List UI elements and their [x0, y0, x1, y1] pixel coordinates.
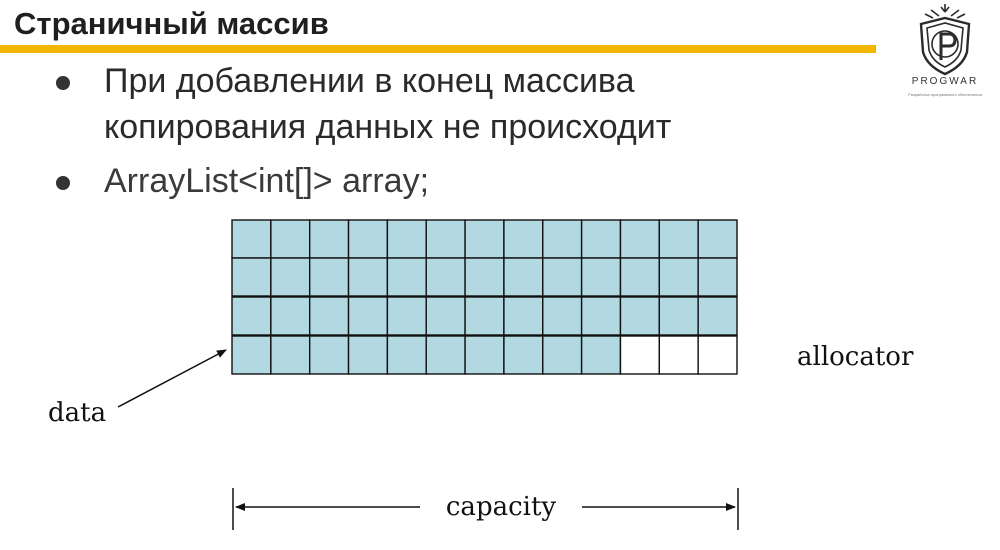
- array-cell-filled: [425, 219, 466, 259]
- array-cell-filled: [542, 296, 583, 336]
- array-cell-filled: [658, 257, 699, 297]
- array-cell-filled: [658, 296, 699, 336]
- array-cell-filled: [425, 335, 466, 375]
- array-cell-filled: [231, 219, 272, 259]
- array-cell-filled: [386, 296, 427, 336]
- array-cell-filled: [425, 257, 466, 297]
- array-cell-filled: [658, 219, 699, 259]
- array-cell-filled: [542, 335, 583, 375]
- array-cell-filled: [580, 335, 622, 375]
- array-cell-filled: [464, 219, 505, 259]
- array-cell-filled: [619, 219, 661, 259]
- array-cell-filled: [580, 257, 622, 297]
- array-cell-filled: [308, 257, 350, 297]
- array-cell-filled: [503, 335, 544, 375]
- array-cell-filled: [503, 219, 544, 259]
- array-cell-filled: [308, 219, 350, 259]
- array-cell-filled: [270, 296, 311, 336]
- array-cell-filled: [308, 335, 350, 375]
- array-cell-filled: [308, 296, 350, 336]
- array-cell-filled: [231, 335, 272, 375]
- array-cell-filled: [386, 219, 427, 259]
- array-cell-filled: [386, 257, 427, 297]
- array-cell-filled: [697, 296, 738, 336]
- array-cell-filled: [464, 335, 505, 375]
- array-cell-filled: [425, 296, 466, 336]
- array-cell-filled: [231, 257, 272, 297]
- array-cell-filled: [270, 335, 311, 375]
- array-cell-filled: [580, 219, 622, 259]
- array-cell-empty: [658, 335, 699, 375]
- array-cell-filled: [542, 219, 583, 259]
- array-cell-filled: [619, 257, 661, 297]
- array-cell-empty: [697, 335, 738, 375]
- array-cell-filled: [270, 219, 311, 259]
- capacity-label: capacity: [446, 492, 557, 522]
- array-cell-filled: [580, 296, 622, 336]
- array-cell-filled: [619, 296, 661, 336]
- data-label: data: [48, 398, 106, 428]
- array-cell-filled: [270, 257, 311, 297]
- array-cell-filled: [503, 257, 544, 297]
- allocator-label: allocator: [797, 342, 914, 372]
- array-cell-filled: [503, 296, 544, 336]
- array-cell-filled: [347, 257, 389, 297]
- array-cell-filled: [697, 257, 738, 297]
- array-cell-filled: [697, 219, 738, 259]
- array-cell-filled: [386, 335, 427, 375]
- array-cell-filled: [347, 219, 389, 259]
- data-arrow: [117, 349, 227, 408]
- array-cell-filled: [542, 257, 583, 297]
- paged-array-diagram: data allocator capacity: [48, 219, 914, 530]
- array-cell-filled: [464, 296, 505, 336]
- array-cell-filled: [347, 335, 389, 375]
- array-cell-filled: [347, 296, 389, 336]
- array-cell-filled: [464, 257, 505, 297]
- array-cell-empty: [619, 335, 661, 375]
- array-grid: [231, 219, 738, 375]
- array-cell-filled: [231, 296, 272, 336]
